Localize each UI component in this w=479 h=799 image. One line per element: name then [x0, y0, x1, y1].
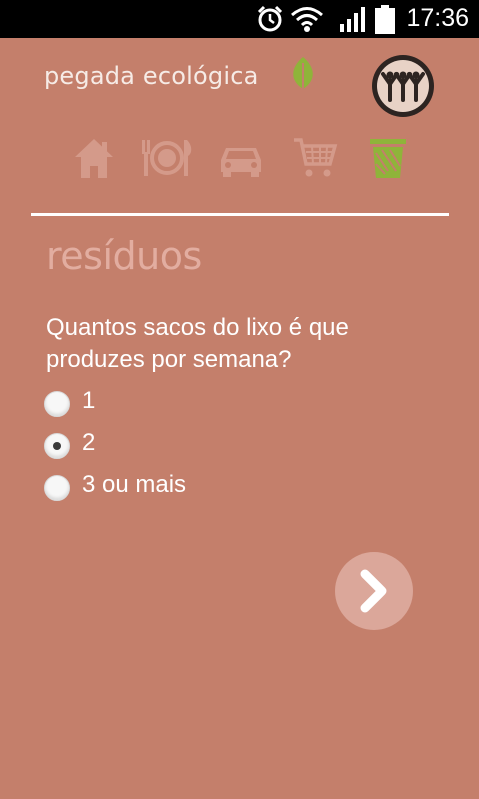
people-group-icon: [377, 60, 429, 112]
category-shopping[interactable]: [292, 136, 338, 184]
app-brand: pegada ecológica: [44, 62, 259, 90]
app-screen: pegada ecológica resíduos Quantos sacos …: [0, 38, 479, 799]
chevron-right-icon: [335, 569, 413, 634]
plate-cutlery-icon: [140, 140, 194, 184]
section-title: resíduos: [46, 234, 202, 278]
radio-button[interactable]: [44, 475, 70, 501]
option-label: 2: [82, 429, 96, 456]
battery-icon: [374, 5, 396, 39]
next-button[interactable]: [335, 552, 413, 630]
alarm-icon: [255, 5, 285, 37]
leaf-icon: [288, 55, 318, 97]
option-label: 3 ou mais: [82, 471, 187, 498]
status-bar: 17:36: [0, 0, 479, 38]
category-transport[interactable]: [216, 136, 266, 184]
trash-bin-icon: [368, 139, 408, 184]
category-waste[interactable]: [368, 136, 408, 184]
status-time: 17:36: [406, 4, 469, 32]
shopping-cart-icon: [292, 138, 338, 184]
category-food[interactable]: [140, 136, 194, 184]
profile-avatar-button[interactable]: [372, 55, 434, 117]
option-label: 1: [82, 387, 96, 414]
house-icon: [72, 139, 116, 184]
radio-button-selected[interactable]: [44, 433, 70, 459]
category-home[interactable]: [72, 136, 116, 184]
question-text: Quantos sacos do lixo é que produzes por…: [46, 314, 349, 373]
wifi-icon: [290, 5, 324, 37]
radio-button[interactable]: [44, 391, 70, 417]
header-divider: [31, 213, 449, 216]
signal-icon: [338, 5, 370, 37]
car-icon: [216, 148, 266, 184]
